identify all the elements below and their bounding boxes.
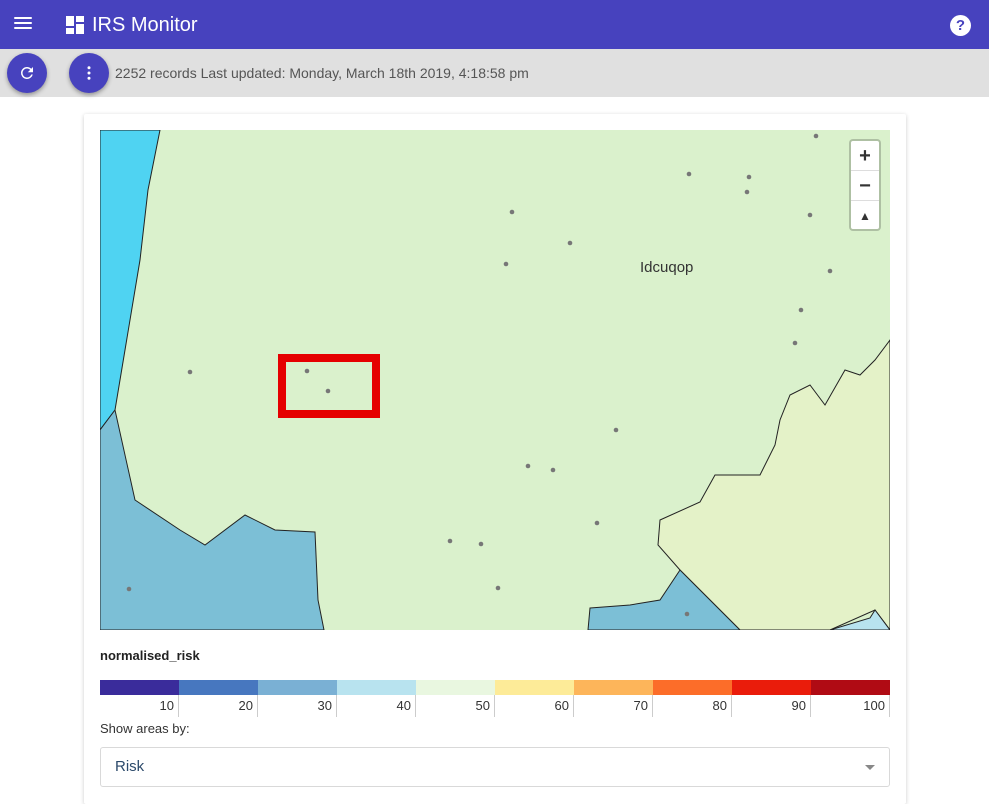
legend-tick-label: 30	[258, 695, 337, 717]
legend-tick-label: 70	[574, 695, 653, 717]
legend-swatch	[258, 680, 337, 695]
legend-tick-label: 100	[811, 695, 890, 717]
legend-swatch	[495, 680, 574, 695]
legend-title: normalised_risk	[100, 648, 200, 663]
legend-swatch	[653, 680, 732, 695]
legend-swatch	[100, 680, 179, 695]
legend-swatch	[574, 680, 653, 695]
legend-swatch	[179, 680, 258, 695]
legend-swatch	[732, 680, 811, 695]
app-title: IRS Monitor	[92, 14, 198, 36]
legend-color-bar	[100, 680, 890, 695]
risk-map[interactable]: Idcuqop + − ▲	[100, 130, 890, 630]
legend-swatch	[416, 680, 495, 695]
legend-ticks: 10 20 30 40 50 60 70 80 90 100	[100, 695, 890, 717]
legend-tick-label: 40	[337, 695, 416, 717]
refresh-button[interactable]	[7, 53, 47, 93]
show-areas-select[interactable]: Risk	[100, 747, 890, 787]
status-text: 2252 records Last updated: Monday, March…	[115, 65, 529, 81]
menu-icon[interactable]	[14, 14, 40, 36]
place-label: Idcuqop	[640, 259, 694, 276]
legend-swatch	[811, 680, 890, 695]
legend-tick-label: 60	[495, 695, 574, 717]
legend-tick-label: 10	[100, 695, 179, 717]
legend-tick-label: 20	[179, 695, 258, 717]
app-bar: IRS Monitor ?	[0, 0, 989, 49]
zoom-control: + − ▲	[849, 139, 881, 231]
status-toolbar: 2252 records Last updated: Monday, March…	[0, 49, 989, 97]
map-canvas	[100, 130, 890, 630]
chevron-down-icon	[865, 765, 875, 770]
zoom-out-button[interactable]: −	[851, 171, 879, 201]
reset-north-button[interactable]: ▲	[851, 201, 879, 231]
refresh-icon	[20, 66, 33, 79]
help-icon[interactable]: ?	[950, 15, 971, 36]
legend-tick-label: 90	[732, 695, 811, 717]
more-vert-icon	[87, 66, 91, 80]
show-areas-label: Show areas by:	[100, 721, 190, 736]
legend-swatch	[337, 680, 416, 695]
more-options-button[interactable]	[69, 53, 109, 93]
show-areas-value: Risk	[115, 758, 145, 775]
zoom-in-button[interactable]: +	[851, 141, 879, 171]
legend-tick-label: 50	[416, 695, 495, 717]
dashboard-icon	[66, 16, 84, 34]
legend-tick-label: 80	[653, 695, 732, 717]
